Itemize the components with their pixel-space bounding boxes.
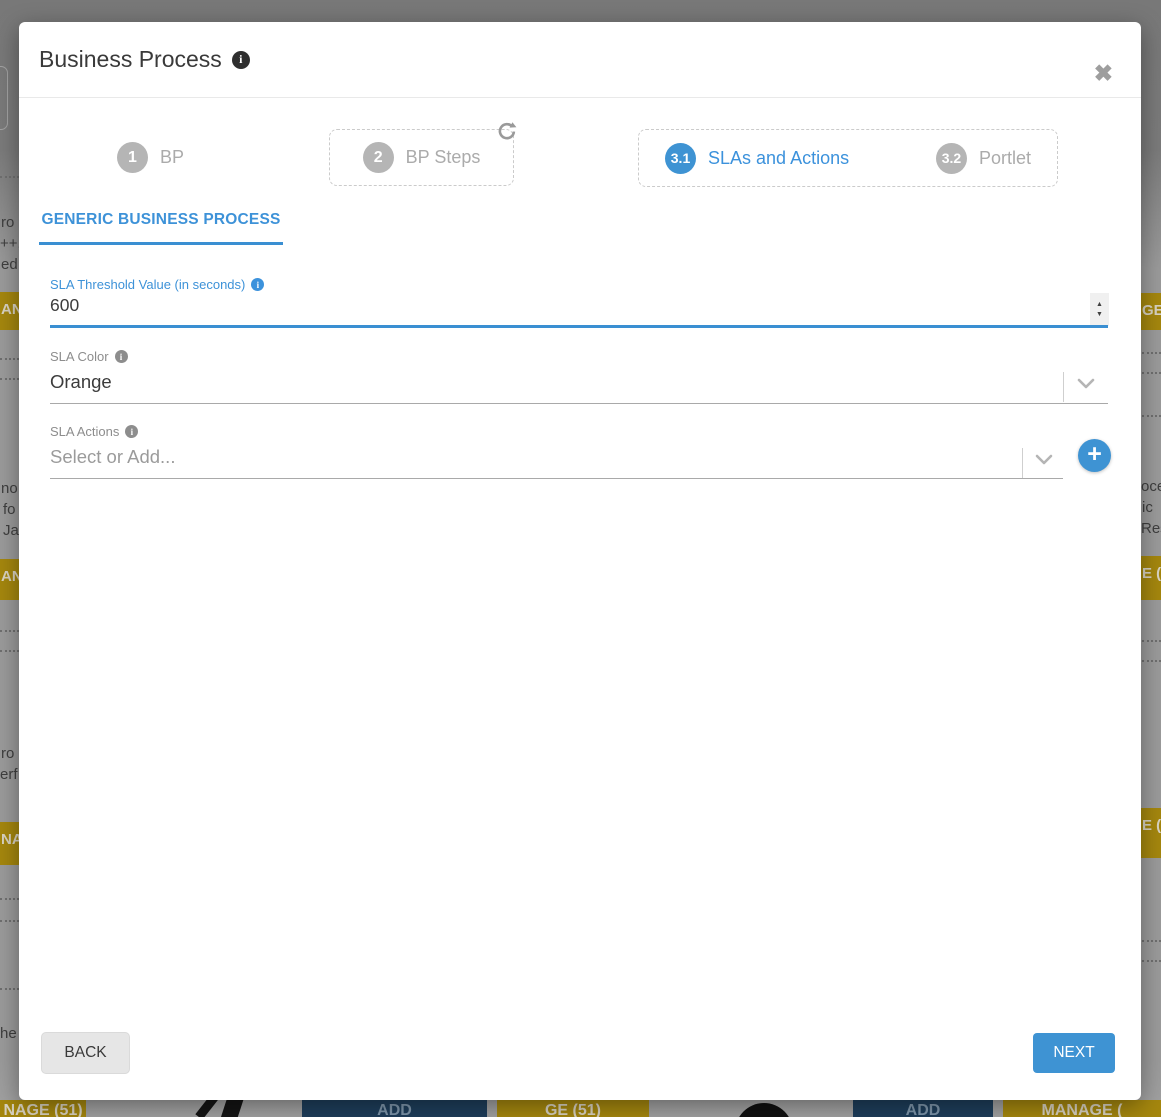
- actions-underline: [50, 478, 1063, 479]
- refresh-icon[interactable]: [497, 121, 517, 141]
- backdrop-fragment: [0, 378, 19, 380]
- step-3-1-label: SLAs and Actions: [708, 148, 849, 169]
- backdrop-fragment: no: [1, 479, 19, 499]
- backdrop-fragment: AN: [0, 559, 19, 600]
- backdrop-fragment: Res: [1141, 519, 1161, 539]
- step-slas-and-actions[interactable]: 3.1 SLAs and Actions: [665, 143, 849, 174]
- backdrop-fragment: ++,: [0, 234, 19, 254]
- backdrop-fragment: [0, 630, 19, 632]
- sla-color-label-text: SLA Color: [50, 349, 109, 364]
- select-divider: [1022, 448, 1023, 478]
- backdrop-fragment: GE (51): [497, 1100, 649, 1117]
- backdrop-fragment: ro: [1, 213, 19, 233]
- threshold-underline: [50, 325, 1108, 328]
- chevron-down-icon[interactable]: [1034, 453, 1054, 472]
- backdrop-fragment: [0, 176, 19, 178]
- tab-generic-business-process[interactable]: GENERIC BUSINESS PROCESS: [39, 211, 283, 245]
- backdrop-fragment: erf: [0, 765, 19, 785]
- sla-actions-label-text: SLA Actions: [50, 424, 119, 439]
- backdrop-fragment: [1142, 660, 1161, 662]
- backdrop-fragment: [1142, 940, 1161, 942]
- backdrop-fragment: AN: [0, 292, 19, 330]
- backdrop-fragment: [1142, 372, 1161, 374]
- backdrop-fragment: MANAGE (: [1003, 1100, 1161, 1117]
- backdrop-fragment: he: [0, 1024, 19, 1044]
- backdrop-fragment: [1142, 352, 1161, 354]
- back-button[interactable]: BACK: [42, 1033, 129, 1073]
- color-underline: [50, 403, 1108, 404]
- step-3-2-label: Portlet: [979, 148, 1031, 169]
- info-icon[interactable]: i: [232, 51, 250, 69]
- backdrop-fragment: [0, 358, 19, 360]
- sla-actions-select[interactable]: [50, 446, 1000, 468]
- step-2-label: BP Steps: [406, 147, 481, 168]
- spinner-down-icon[interactable]: ▼: [1096, 311, 1103, 318]
- sla-threshold-input[interactable]: [50, 295, 1080, 316]
- info-icon[interactable]: i: [115, 350, 128, 363]
- backdrop-fragment: oce: [1141, 477, 1161, 497]
- backdrop-fragment: Ja: [3, 521, 19, 541]
- step-3-box: 3.1 SLAs and Actions 3.2 Portlet: [638, 129, 1058, 187]
- spinner-up-icon[interactable]: ▲: [1096, 301, 1103, 308]
- backdrop-fragment: NA: [0, 822, 19, 865]
- backdrop-fragment: [0, 988, 19, 990]
- close-icon[interactable]: ✖: [1094, 62, 1113, 85]
- sla-color-select[interactable]: [50, 371, 1040, 393]
- step-bp[interactable]: 1 BP: [117, 142, 184, 173]
- backdrop-fragment: [735, 1103, 793, 1117]
- backdrop-fragment: [1142, 415, 1161, 417]
- modal-header: Business Process i ✖: [19, 22, 1141, 98]
- backdrop-fragment: fo: [3, 500, 19, 520]
- backdrop-fragment: ed: [1, 255, 19, 275]
- backdrop-fragment: [0, 898, 19, 900]
- sla-threshold-label: SLA Threshold Value (in seconds) i: [50, 277, 264, 292]
- sla-threshold-label-text: SLA Threshold Value (in seconds): [50, 277, 245, 292]
- plus-icon: +: [1087, 442, 1102, 467]
- sla-color-label: SLA Color i: [50, 349, 128, 364]
- backdrop-fragment: E (: [1141, 808, 1161, 858]
- sla-actions-label: SLA Actions i: [50, 424, 138, 439]
- backdrop-fragment: ADD: [302, 1100, 487, 1117]
- step-1-circle: 1: [117, 142, 148, 173]
- info-icon[interactable]: i: [125, 425, 138, 438]
- modal-title: Business Process i: [39, 46, 250, 73]
- step-3-2-circle: 3.2: [936, 143, 967, 174]
- backdrop-fragment: [1142, 640, 1161, 642]
- backdrop-fragment: [0, 66, 8, 130]
- next-button[interactable]: NEXT: [1033, 1033, 1115, 1073]
- select-divider: [1063, 372, 1064, 402]
- backdrop-fragment: E (: [1141, 556, 1161, 600]
- backdrop-fragment: ic: [1142, 498, 1161, 518]
- step-portlet[interactable]: 3.2 Portlet: [936, 143, 1031, 174]
- backdrop-fragment: [1142, 960, 1161, 962]
- step-3-1-circle: 3.1: [665, 143, 696, 174]
- chevron-down-icon[interactable]: [1076, 377, 1096, 396]
- info-icon[interactable]: i: [251, 278, 264, 291]
- backdrop-fragment: NAGE (51): [0, 1100, 86, 1117]
- backdrop-fragment: ADD: [853, 1100, 993, 1117]
- business-process-modal: Business Process i ✖ 1 BP 2 BP Steps 3.1…: [19, 22, 1141, 1100]
- number-spinner[interactable]: ▲ ▼: [1090, 293, 1109, 326]
- backdrop-fragment: [0, 650, 19, 652]
- add-action-button[interactable]: +: [1078, 439, 1111, 472]
- step-bp-steps[interactable]: 2 BP Steps: [329, 129, 514, 186]
- backdrop-fragment: ro: [1, 744, 19, 764]
- backdrop-fragment: GE: [1141, 293, 1161, 330]
- step-2-circle: 2: [363, 142, 394, 173]
- backdrop-fragment: [0, 920, 19, 922]
- modal-title-text: Business Process: [39, 46, 222, 73]
- step-1-label: BP: [160, 147, 184, 168]
